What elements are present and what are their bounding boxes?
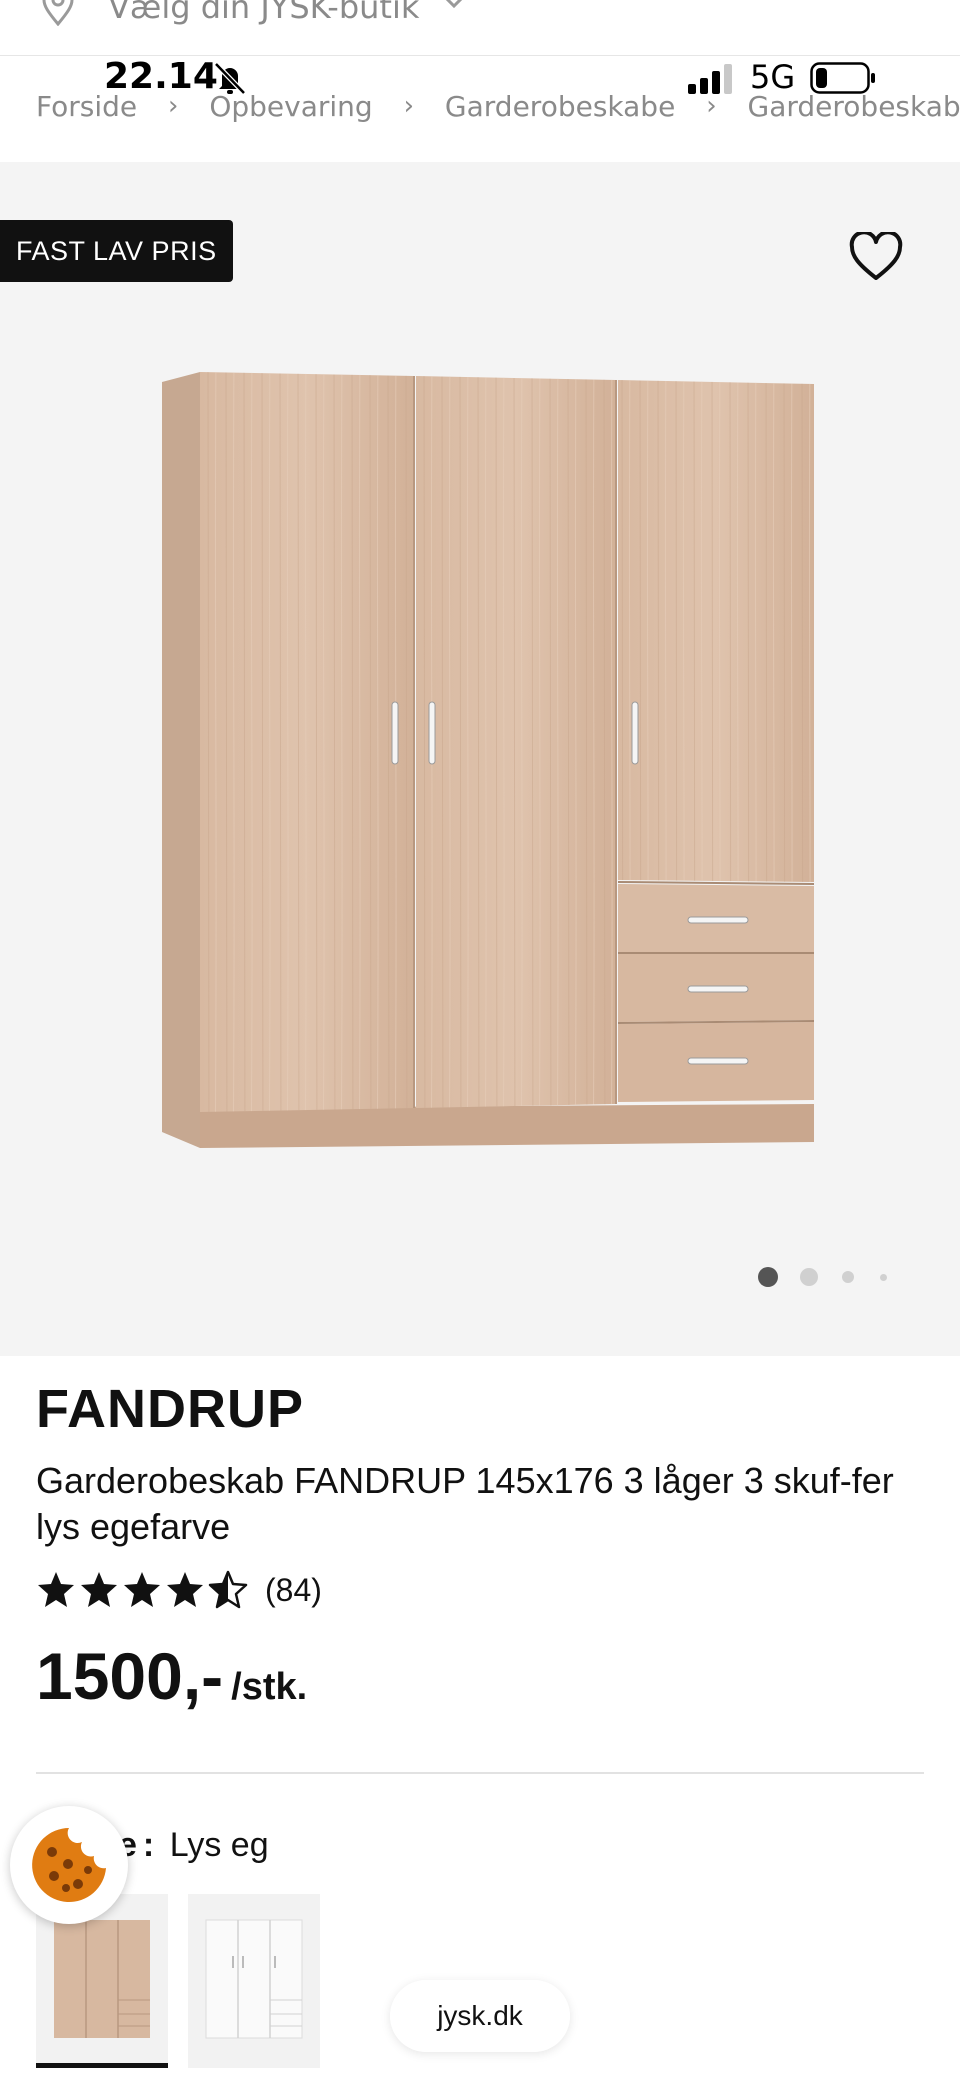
product-gallery[interactable]: FAST LAV PRIS: [0, 162, 960, 1356]
swatch-image-light-oak: [54, 1920, 150, 2038]
swatch-image-white: [205, 1919, 303, 2039]
product-brand: FANDRUP: [36, 1379, 305, 1439]
chevron-down-icon: [445, 0, 463, 9]
browser-url-pill[interactable]: jysk.dk: [390, 1980, 570, 2052]
star-icon: [167, 1572, 203, 1607]
cookie-icon: [32, 1828, 107, 1902]
heart-icon[interactable]: [848, 232, 904, 282]
store-selector-label[interactable]: Vælg din JYSK-butik: [108, 0, 419, 26]
breadcrumb-separator: ›: [403, 91, 415, 121]
breadcrumb-separator: ›: [168, 91, 179, 121]
gallery-pagination-dots[interactable]: [750, 1262, 900, 1292]
breadcrumb-item-home[interactable]: Forside: [36, 90, 137, 123]
fast-low-price-badge: FAST LAV PRIS: [0, 220, 233, 282]
star-icon: [81, 1572, 117, 1607]
pagination-dot[interactable]: [880, 1273, 887, 1281]
product-description: Garderobeskab FANDRUP 145x176 3 låger 3 …: [36, 1460, 894, 1547]
color-option-row: e: Lys eg: [118, 1826, 269, 1864]
location-pin-icon: [42, 0, 74, 26]
product-image-wardrobe[interactable]: [150, 352, 830, 1172]
breadcrumb: Forside › Opbevaring › Garderobeskabe › …: [36, 88, 960, 132]
star-icon: [208, 1570, 248, 1609]
pagination-dot[interactable]: [842, 1271, 854, 1283]
pagination-dot[interactable]: [800, 1268, 818, 1286]
price-amount: 1500,-: [36, 1639, 224, 1713]
cookie-settings-button[interactable]: [10, 1806, 128, 1924]
price-unit: /stk.: [231, 1666, 308, 1708]
breadcrumb-item-storage[interactable]: Opbevaring: [209, 90, 372, 123]
product-rating[interactable]: (84): [36, 1568, 322, 1612]
divider: [36, 1772, 924, 1774]
breadcrumb-item-wardrobes[interactable]: Garderobeskabe: [445, 90, 675, 123]
breadcrumb-item-current[interactable]: Garderobeskab FANDRUP: [748, 90, 960, 123]
review-count[interactable]: (84): [265, 1572, 322, 1609]
breadcrumb-separator: ›: [706, 91, 717, 121]
star-icon: [124, 1572, 160, 1607]
pagination-dot[interactable]: [758, 1267, 778, 1287]
swatch-white[interactable]: [188, 1894, 320, 2068]
star-icon: [38, 1572, 74, 1607]
store-selector-bar[interactable]: Vælg din JYSK-butik: [0, 0, 960, 56]
color-option-value: Lys eg: [169, 1826, 269, 1864]
product-price: 1500,-/stk.: [36, 1638, 307, 1714]
